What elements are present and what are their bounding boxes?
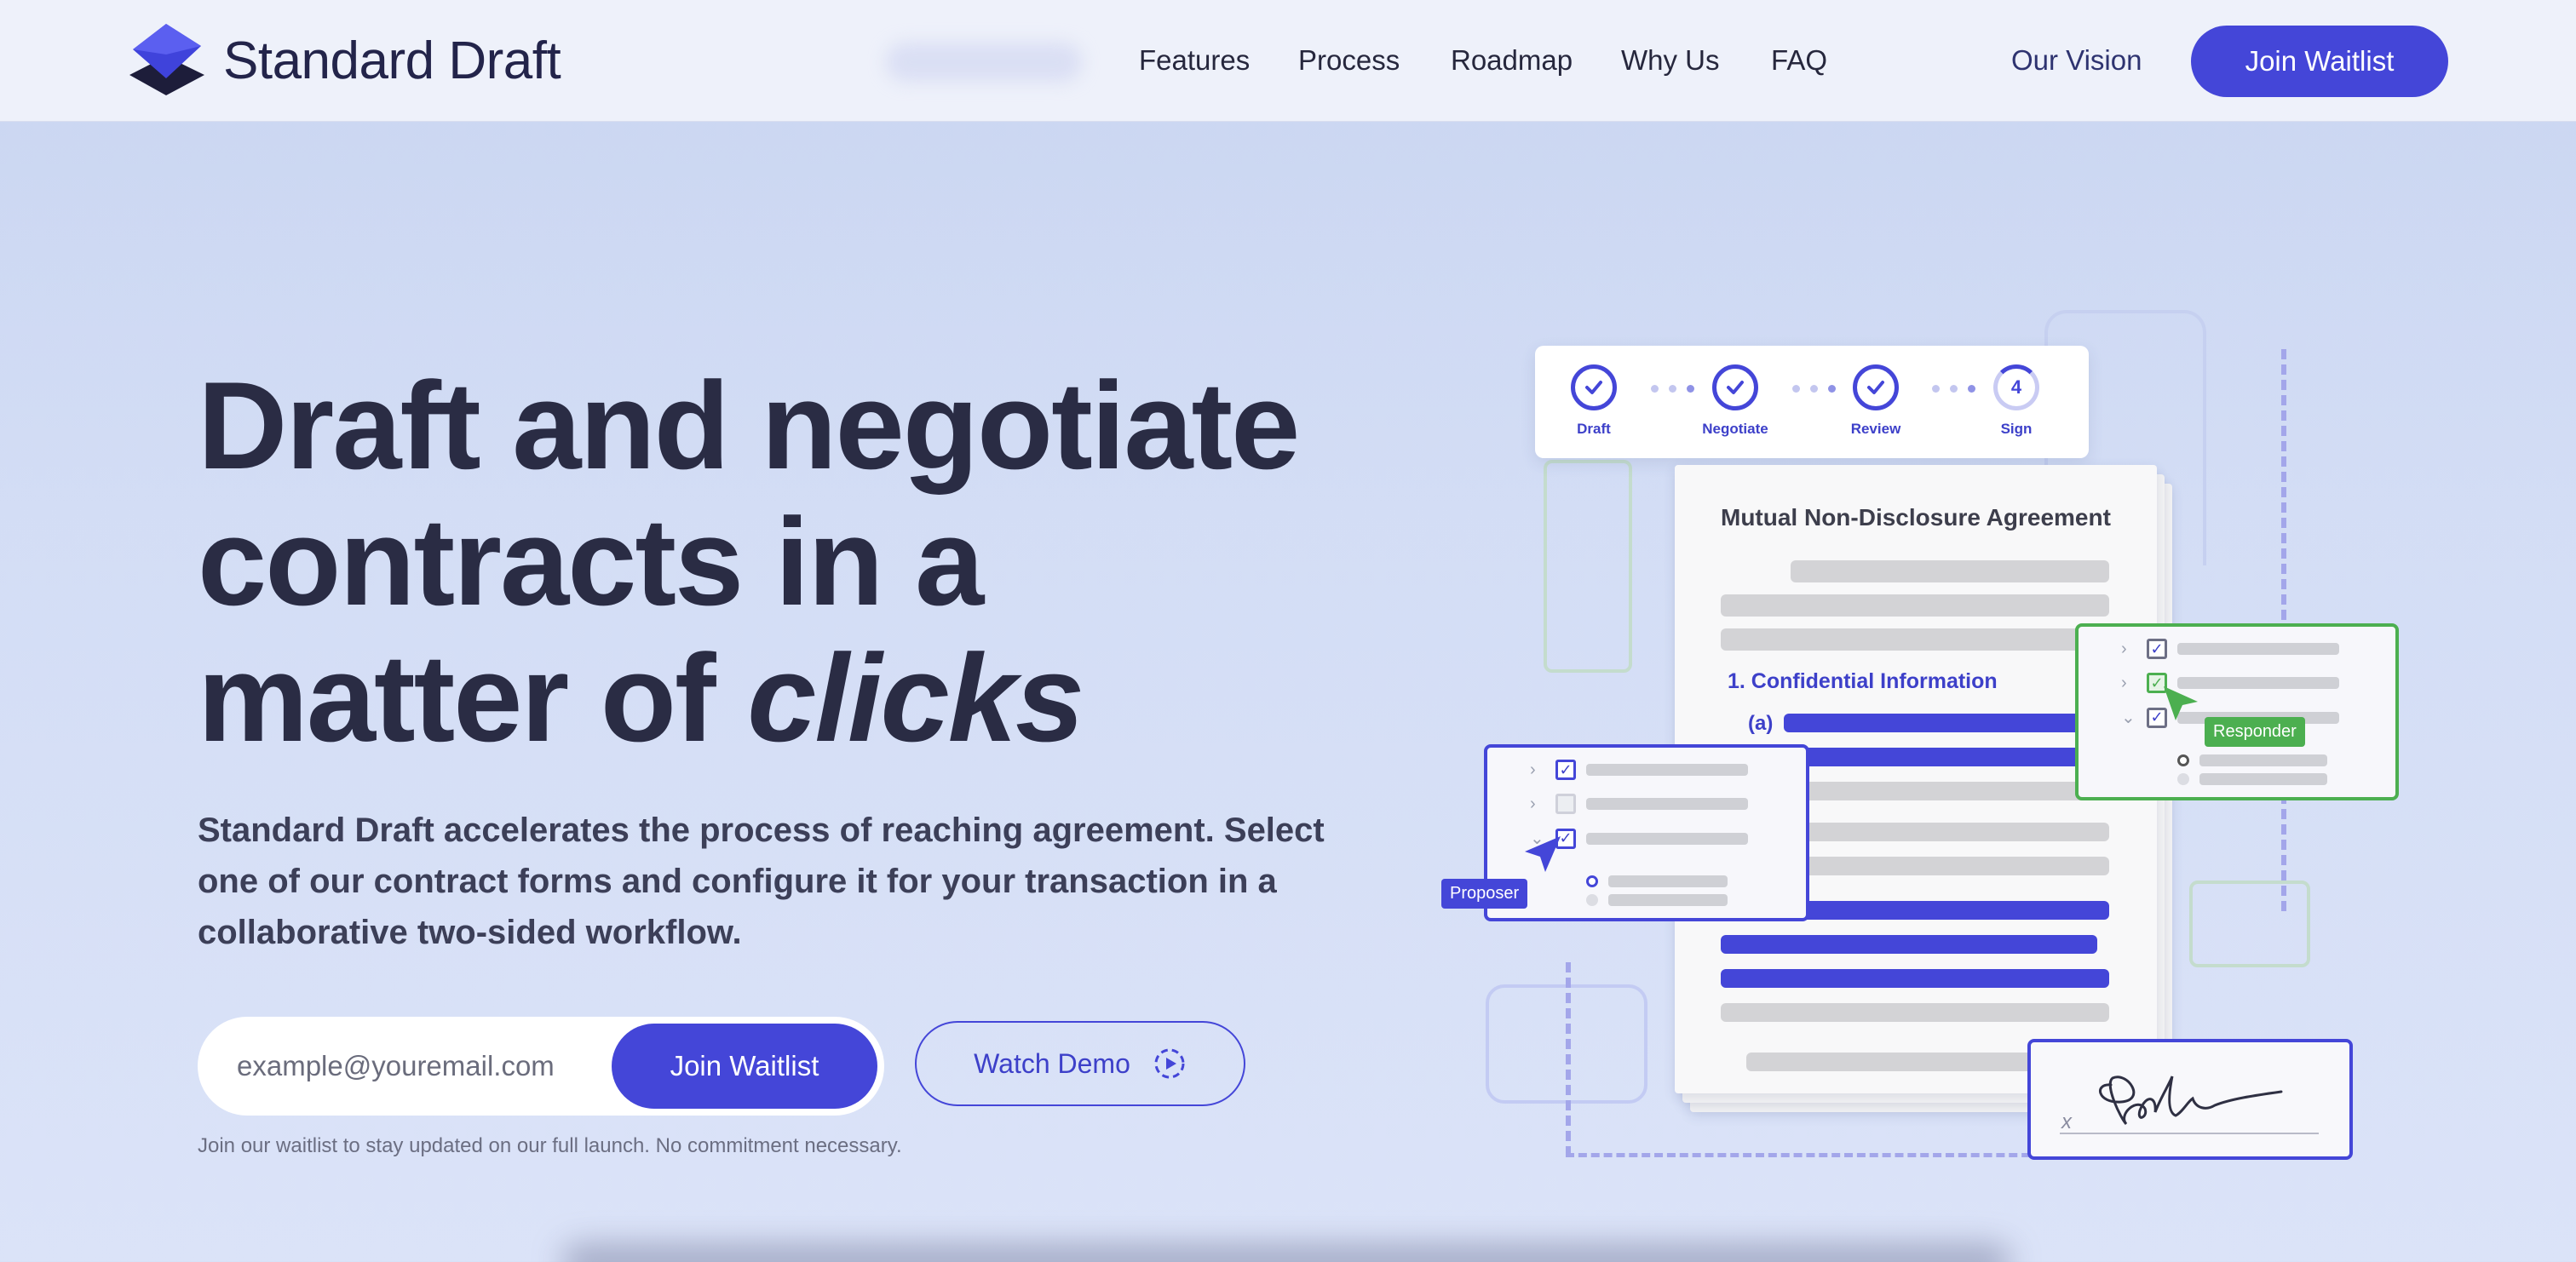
workflow-progress-card: Draft Negotiate Review 4 Sign [1535, 346, 2089, 458]
option-row: › [1530, 794, 1748, 814]
watch-demo-label: Watch Demo [974, 1047, 1130, 1079]
step-label: Review [1850, 421, 1901, 437]
option-text [2199, 773, 2327, 785]
option-row: › ✓ [1530, 760, 1748, 780]
highlighted-line [1784, 714, 2109, 732]
header-join-waitlist-button[interactable]: Join Waitlist [2191, 26, 2448, 97]
email-input[interactable] [237, 1042, 595, 1090]
nav-faq[interactable]: FAQ [1771, 44, 1827, 77]
step-negotiate: Negotiate [1688, 364, 1782, 438]
option-row: › ✓ [2121, 673, 2339, 693]
chevron-right-icon: › [2121, 639, 2127, 658]
highlighted-line [1721, 935, 2097, 954]
step-label: Sign [2000, 421, 2033, 437]
signature-card: x [2027, 1039, 2353, 1160]
waitlist-note: Join our waitlist to stay updated on our… [198, 1134, 902, 1157]
responder-tag: Responder [2205, 717, 2305, 747]
headline-emphasis: clicks [747, 628, 1084, 767]
proposer-options-card: › ✓ › ⌄ ✓ [1484, 744, 1809, 921]
subsection-label: (a) [1748, 712, 1774, 735]
section-shadow [562, 1245, 2010, 1262]
option-text [1586, 798, 1748, 810]
deco-dashed-line [1566, 962, 1571, 1156]
step-draft: Draft [1547, 364, 1641, 438]
nav-process[interactable]: Process [1298, 44, 1400, 77]
text-line [1791, 560, 2109, 582]
highlighted-line [1784, 748, 2109, 766]
deco-dashed-line [1566, 1153, 2043, 1157]
checkbox-checked-icon: ✓ [1555, 760, 1576, 780]
step-label: Negotiate [1702, 421, 1768, 437]
radio-selected-icon [1586, 875, 1598, 887]
play-circle-icon [1154, 1048, 1185, 1079]
text-line [1721, 594, 2109, 617]
step-label: Draft [1577, 421, 1611, 437]
radio-selected-icon [2177, 754, 2189, 766]
radio-empty-icon [2177, 773, 2189, 785]
text-line [1784, 857, 2109, 875]
cursor-arrow-icon [1525, 836, 1561, 872]
deco-rect [2189, 881, 2310, 967]
form-join-waitlist-button[interactable]: Join Waitlist [612, 1024, 877, 1109]
radio-row [2177, 754, 2327, 766]
section-heading: 1. Confidential Information [1728, 669, 1998, 693]
option-text [1586, 832, 1748, 845]
headline-line-2: contracts in a [198, 492, 984, 631]
cursor-arrow-icon [2164, 686, 2198, 720]
text-line [1784, 823, 2109, 841]
logo-icon[interactable] [126, 20, 206, 100]
signature-x-mark: x [2061, 1110, 2072, 1133]
nav-roadmap[interactable]: Roadmap [1451, 44, 1573, 77]
option-text [1586, 764, 1748, 776]
watch-demo-button[interactable]: Watch Demo [915, 1021, 1245, 1106]
chevron-right-icon: › [1530, 794, 1536, 813]
chevron-right-icon: › [1530, 760, 1536, 779]
checkbox-empty-icon [1555, 794, 1576, 814]
text-line [1784, 782, 2109, 800]
step-sign: 4 Sign [1969, 364, 2063, 438]
step-number: 4 [1993, 364, 2039, 410]
headline-line-1: Draft and negotiate [198, 356, 1300, 495]
radio-row [1586, 894, 1728, 906]
hero-subtext: Standard Draft accelerates the process o… [198, 812, 1325, 951]
signature-scribble-icon [2099, 1076, 2283, 1126]
radio-row [2177, 773, 2327, 785]
check-icon [1853, 364, 1899, 410]
radio-empty-icon [1586, 894, 1598, 906]
nav-highlight [886, 43, 1082, 82]
deco-rect [1544, 460, 1632, 673]
check-icon [1571, 364, 1617, 410]
checkbox-checked-icon: ✓ [2147, 639, 2167, 659]
headline-line-3-prefix: matter of [198, 628, 748, 767]
hero-headline: Draft and negotiate contracts in a matte… [198, 358, 1390, 766]
text-line [1721, 1003, 2109, 1022]
step-review: Review [1829, 364, 1923, 438]
option-text [2177, 643, 2339, 655]
highlighted-line [1721, 969, 2109, 988]
nav-features[interactable]: Features [1139, 44, 1250, 77]
radio-row [1586, 875, 1728, 887]
document-title: Mutual Non-Disclosure Agreement [1721, 504, 2111, 531]
text-line [1721, 628, 2109, 651]
site-header: Standard Draft Features Process Roadmap … [0, 0, 2576, 122]
option-text [1608, 875, 1728, 887]
chevron-right-icon: › [2121, 673, 2127, 692]
option-row: › ✓ [2121, 639, 2339, 659]
hero-illustration: Draft Negotiate Review 4 Sign Mutual Non… [1431, 298, 2428, 1184]
proposer-tag: Proposer [1441, 879, 1528, 909]
option-text [2199, 754, 2327, 766]
text-line [1746, 1053, 2070, 1071]
headline-line-3: matter of clicks [198, 630, 1390, 766]
our-vision-link[interactable]: Our Vision [2011, 44, 2142, 77]
responder-options-card: › ✓ › ✓ ⌄ ✓ Responder [2075, 623, 2399, 800]
waitlist-form: Join Waitlist [198, 1017, 884, 1116]
option-text [1608, 894, 1728, 906]
brand-name[interactable]: Standard Draft [223, 31, 561, 91]
chevron-down-icon: ⌄ [2121, 708, 2136, 727]
check-icon [1712, 364, 1758, 410]
option-text [2177, 677, 2339, 689]
nav-why-us[interactable]: Why Us [1621, 44, 1720, 77]
